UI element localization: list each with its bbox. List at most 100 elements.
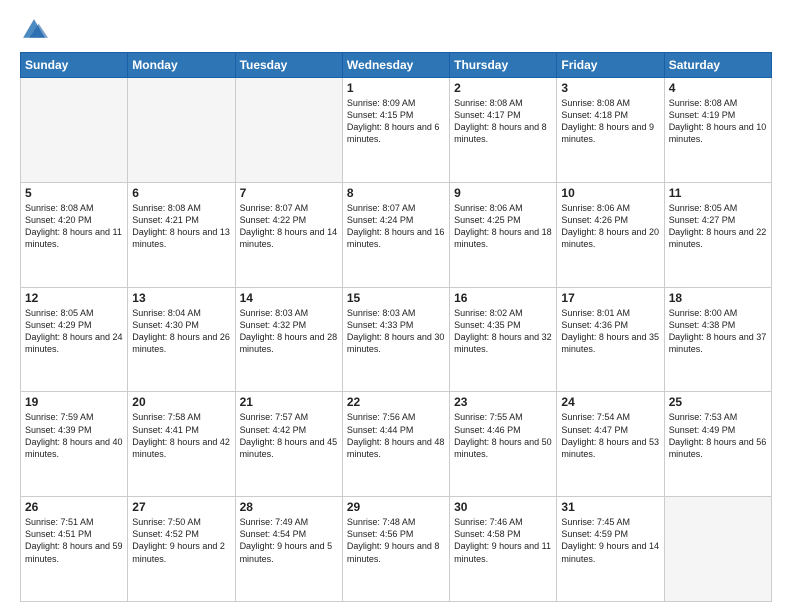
calendar-cell: 24 Sunrise: 7:54 AM Sunset: 4:47 PM Dayli…	[557, 392, 664, 497]
day-number: 14	[240, 291, 338, 305]
day-number: 30	[454, 500, 552, 514]
calendar-cell: 21Sunrise: 7:57 AM Sunset: 4:42 PM Dayli…	[235, 392, 342, 497]
day-number: 1	[347, 81, 445, 95]
day-number: 22	[347, 395, 445, 409]
day-info: Sunrise: 8:08 AM Sunset: 4:18 PM Dayligh…	[561, 97, 659, 146]
col-header-saturday: Saturday	[664, 53, 771, 78]
day-info: Sunrise: 7:56 AM Sunset: 4:44 PM Dayligh…	[347, 411, 445, 460]
calendar-cell: 31Sunrise: 7:45 AM Sunset: 4:59 PM Dayli…	[557, 497, 664, 602]
calendar-cell: 20 Sunrise: 7:58 AM Sunset: 4:41 PM Dayli…	[128, 392, 235, 497]
calendar-cell: 5 Sunrise: 8:08 AM Sunset: 4:20 PM Daylig…	[21, 182, 128, 287]
col-header-monday: Monday	[128, 53, 235, 78]
calendar-table: SundayMondayTuesdayWednesdayThursdayFrid…	[20, 52, 772, 602]
calendar-cell: 14 Sunrise: 8:03 AM Sunset: 4:32 PM Dayli…	[235, 287, 342, 392]
day-info: Sunrise: 8:07 AM Sunset: 4:24 PM Dayligh…	[347, 202, 445, 251]
header	[20, 16, 772, 44]
calendar-row-1: 1 Sunrise: 8:09 AM Sunset: 4:15 PM Daylig…	[21, 78, 772, 183]
day-number: 29	[347, 500, 445, 514]
calendar-cell: 6 Sunrise: 8:08 AM Sunset: 4:21 PM Daylig…	[128, 182, 235, 287]
day-number: 25	[669, 395, 767, 409]
day-info: Sunrise: 8:05 AM Sunset: 4:27 PM Dayligh…	[669, 202, 767, 251]
day-info: Sunrise: 8:08 AM Sunset: 4:21 PM Dayligh…	[132, 202, 230, 251]
day-number: 27	[132, 500, 230, 514]
calendar-cell: 12 Sunrise: 8:05 AM Sunset: 4:29 PM Dayli…	[21, 287, 128, 392]
calendar-cell: 1 Sunrise: 8:09 AM Sunset: 4:15 PM Daylig…	[342, 78, 449, 183]
day-number: 5	[25, 186, 123, 200]
day-info: Sunrise: 8:04 AM Sunset: 4:30 PM Dayligh…	[132, 307, 230, 356]
day-number: 2	[454, 81, 552, 95]
day-info: Sunrise: 7:46 AM Sunset: 4:58 PM Dayligh…	[454, 516, 552, 565]
calendar-cell: 28 Sunrise: 7:49 AM Sunset: 4:54 PM Dayli…	[235, 497, 342, 602]
calendar-row-5: 26 Sunrise: 7:51 AM Sunset: 4:51 PM Dayli…	[21, 497, 772, 602]
calendar-row-2: 5 Sunrise: 8:08 AM Sunset: 4:20 PM Daylig…	[21, 182, 772, 287]
day-info: Sunrise: 8:06 AM Sunset: 4:25 PM Dayligh…	[454, 202, 552, 251]
calendar-cell: 10 Sunrise: 8:06 AM Sunset: 4:26 PM Dayli…	[557, 182, 664, 287]
logo	[20, 16, 52, 44]
calendar-cell: 30 Sunrise: 7:46 AM Sunset: 4:58 PM Dayli…	[450, 497, 557, 602]
day-number: 28	[240, 500, 338, 514]
day-number: 12	[25, 291, 123, 305]
day-number: 6	[132, 186, 230, 200]
page: SundayMondayTuesdayWednesdayThursdayFrid…	[0, 0, 792, 612]
day-info: Sunrise: 8:00 AM Sunset: 4:38 PM Dayligh…	[669, 307, 767, 356]
day-info: Sunrise: 8:08 AM Sunset: 4:19 PM Dayligh…	[669, 97, 767, 146]
day-number: 24	[561, 395, 659, 409]
day-number: 19	[25, 395, 123, 409]
day-info: Sunrise: 7:54 AM Sunset: 4:47 PM Dayligh…	[561, 411, 659, 460]
calendar-header-row: SundayMondayTuesdayWednesdayThursdayFrid…	[21, 53, 772, 78]
calendar-cell: 17 Sunrise: 8:01 AM Sunset: 4:36 PM Dayli…	[557, 287, 664, 392]
day-number: 9	[454, 186, 552, 200]
calendar-cell: 18 Sunrise: 8:00 AM Sunset: 4:38 PM Dayli…	[664, 287, 771, 392]
col-header-sunday: Sunday	[21, 53, 128, 78]
day-number: 11	[669, 186, 767, 200]
day-info: Sunrise: 8:06 AM Sunset: 4:26 PM Dayligh…	[561, 202, 659, 251]
day-number: 21	[240, 395, 338, 409]
day-info: Sunrise: 8:08 AM Sunset: 4:20 PM Dayligh…	[25, 202, 123, 251]
day-number: 4	[669, 81, 767, 95]
col-header-friday: Friday	[557, 53, 664, 78]
calendar-cell	[128, 78, 235, 183]
day-number: 8	[347, 186, 445, 200]
day-number: 26	[25, 500, 123, 514]
calendar-cell: 13Sunrise: 8:04 AM Sunset: 4:30 PM Dayli…	[128, 287, 235, 392]
day-number: 20	[132, 395, 230, 409]
calendar-cell	[664, 497, 771, 602]
day-number: 23	[454, 395, 552, 409]
day-info: Sunrise: 8:05 AM Sunset: 4:29 PM Dayligh…	[25, 307, 123, 356]
calendar: SundayMondayTuesdayWednesdayThursdayFrid…	[20, 52, 772, 602]
day-number: 18	[669, 291, 767, 305]
calendar-cell: 25 Sunrise: 7:53 AM Sunset: 4:49 PM Dayli…	[664, 392, 771, 497]
calendar-cell: 11 Sunrise: 8:05 AM Sunset: 4:27 PM Dayli…	[664, 182, 771, 287]
calendar-cell: 4 Sunrise: 8:08 AM Sunset: 4:19 PM Daylig…	[664, 78, 771, 183]
day-info: Sunrise: 7:49 AM Sunset: 4:54 PM Dayligh…	[240, 516, 338, 565]
day-info: Sunrise: 8:08 AM Sunset: 4:17 PM Dayligh…	[454, 97, 552, 146]
day-info: Sunrise: 8:03 AM Sunset: 4:32 PM Dayligh…	[240, 307, 338, 356]
col-header-wednesday: Wednesday	[342, 53, 449, 78]
calendar-cell: 2 Sunrise: 8:08 AM Sunset: 4:17 PM Daylig…	[450, 78, 557, 183]
calendar-cell: 19 Sunrise: 7:59 AM Sunset: 4:39 PM Dayli…	[21, 392, 128, 497]
day-info: Sunrise: 8:02 AM Sunset: 4:35 PM Dayligh…	[454, 307, 552, 356]
day-info: Sunrise: 7:45 AM Sunset: 4:59 PM Dayligh…	[561, 516, 659, 565]
day-number: 15	[347, 291, 445, 305]
calendar-cell: 27Sunrise: 7:50 AM Sunset: 4:52 PM Dayli…	[128, 497, 235, 602]
day-info: Sunrise: 8:09 AM Sunset: 4:15 PM Dayligh…	[347, 97, 445, 146]
col-header-tuesday: Tuesday	[235, 53, 342, 78]
calendar-cell: 8 Sunrise: 8:07 AM Sunset: 4:24 PM Daylig…	[342, 182, 449, 287]
day-info: Sunrise: 8:01 AM Sunset: 4:36 PM Dayligh…	[561, 307, 659, 356]
day-info: Sunrise: 7:53 AM Sunset: 4:49 PM Dayligh…	[669, 411, 767, 460]
calendar-cell: 7 Sunrise: 8:07 AM Sunset: 4:22 PM Daylig…	[235, 182, 342, 287]
day-info: Sunrise: 7:51 AM Sunset: 4:51 PM Dayligh…	[25, 516, 123, 565]
calendar-cell: 26 Sunrise: 7:51 AM Sunset: 4:51 PM Dayli…	[21, 497, 128, 602]
calendar-cell	[235, 78, 342, 183]
day-info: Sunrise: 7:59 AM Sunset: 4:39 PM Dayligh…	[25, 411, 123, 460]
calendar-cell: 16Sunrise: 8:02 AM Sunset: 4:35 PM Dayli…	[450, 287, 557, 392]
day-number: 3	[561, 81, 659, 95]
day-number: 10	[561, 186, 659, 200]
day-number: 7	[240, 186, 338, 200]
day-number: 17	[561, 291, 659, 305]
calendar-cell: 15Sunrise: 8:03 AM Sunset: 4:33 PM Dayli…	[342, 287, 449, 392]
day-info: Sunrise: 7:58 AM Sunset: 4:41 PM Dayligh…	[132, 411, 230, 460]
day-info: Sunrise: 7:55 AM Sunset: 4:46 PM Dayligh…	[454, 411, 552, 460]
day-info: Sunrise: 8:07 AM Sunset: 4:22 PM Dayligh…	[240, 202, 338, 251]
calendar-cell: 22 Sunrise: 7:56 AM Sunset: 4:44 PM Dayli…	[342, 392, 449, 497]
